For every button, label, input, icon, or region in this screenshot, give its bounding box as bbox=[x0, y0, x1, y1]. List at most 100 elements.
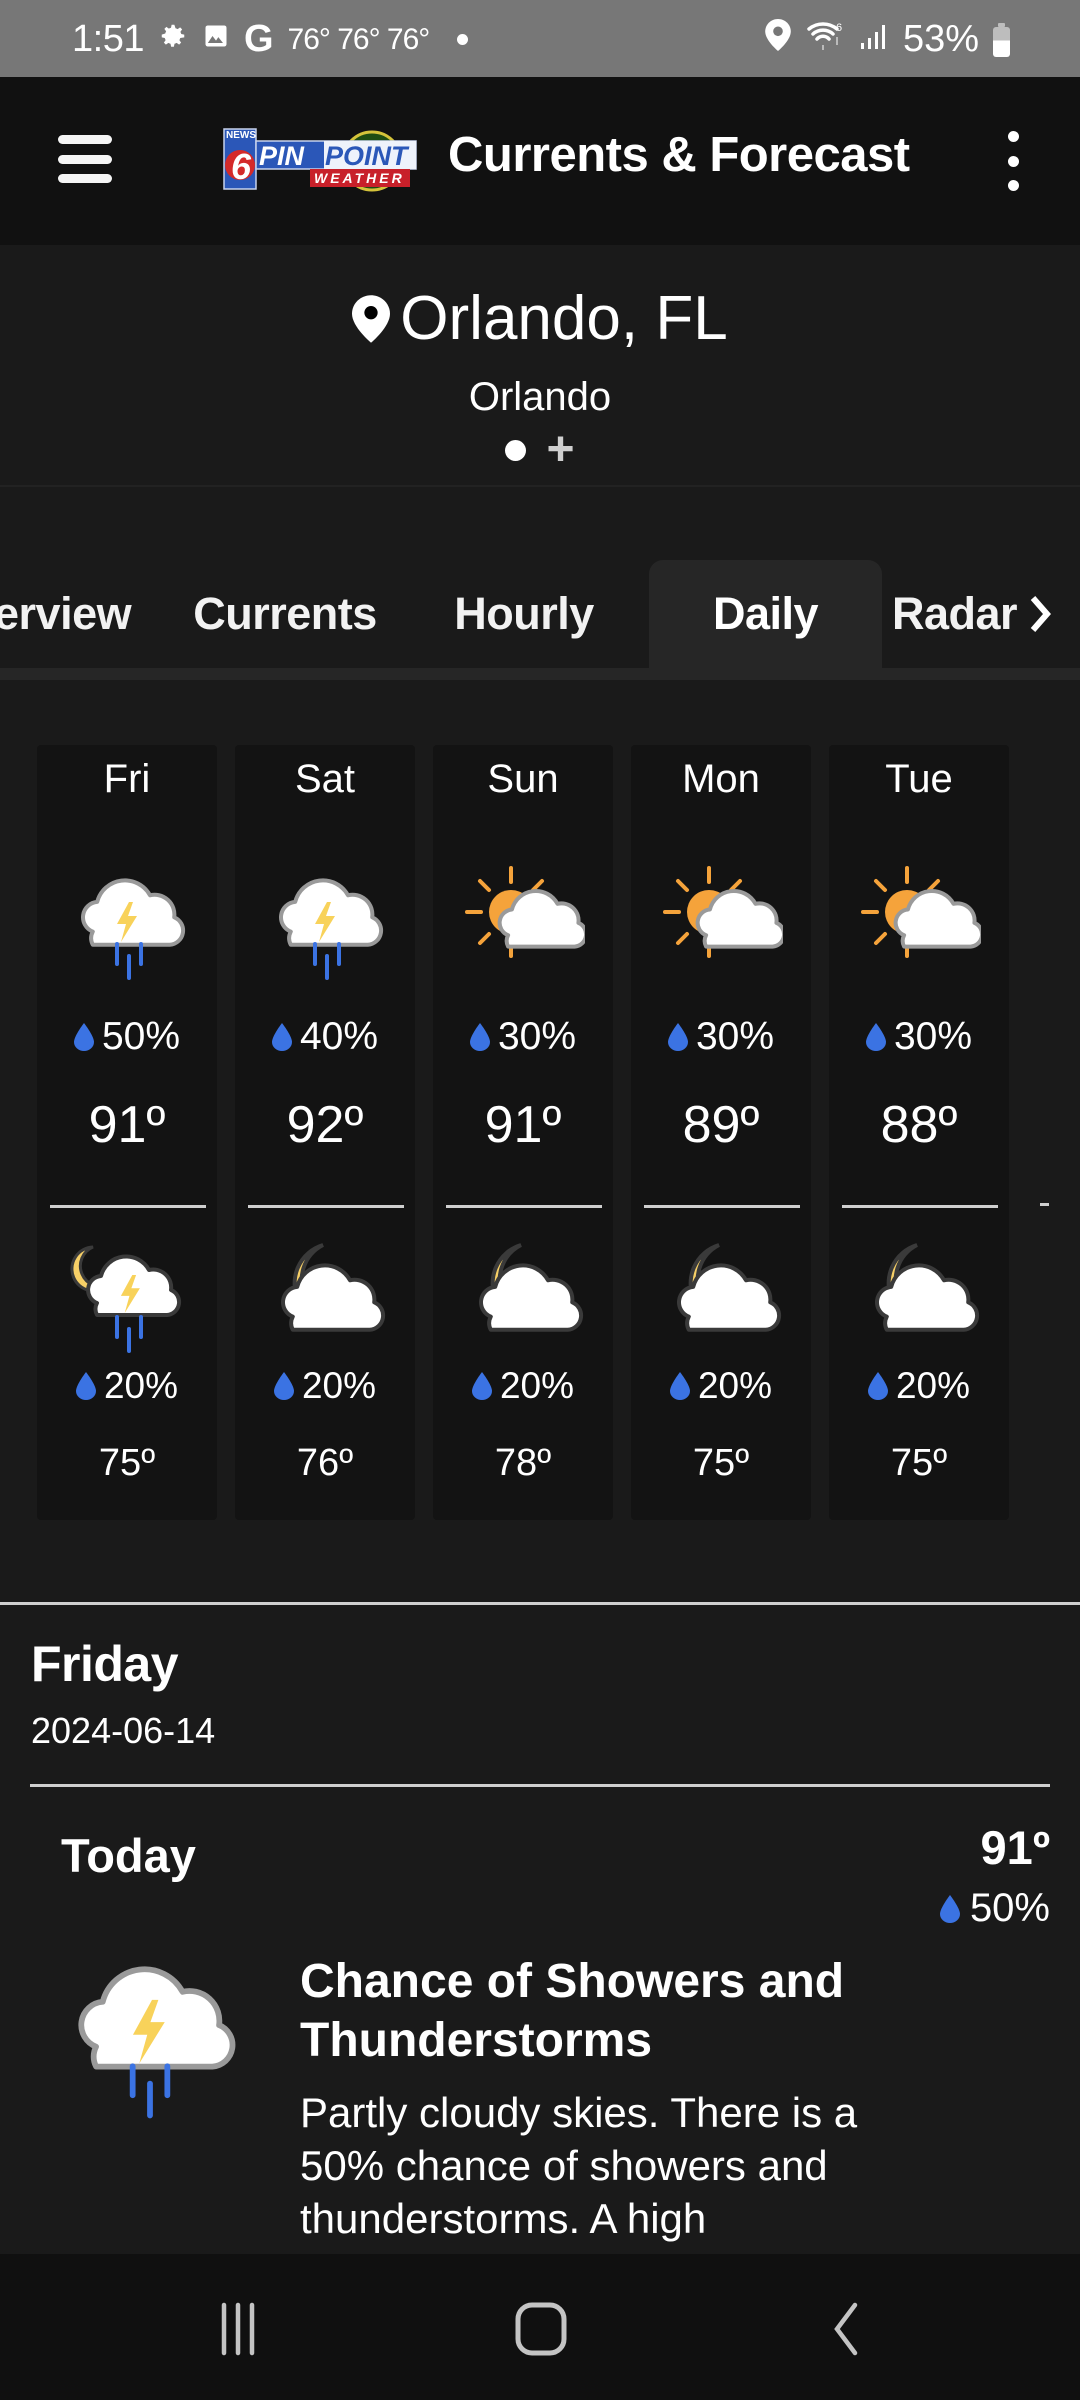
day-card[interactable]: Tue 30% 88º 20% 75º bbox=[829, 745, 1009, 1520]
system-nav-bar bbox=[0, 2254, 1080, 2400]
signal-icon bbox=[859, 18, 889, 61]
period-high-temp: 91º bbox=[980, 1821, 1050, 1874]
divider bbox=[644, 1205, 800, 1208]
tab-hourly[interactable]: Hourly bbox=[432, 560, 616, 668]
raindrop-icon bbox=[75, 1372, 96, 1400]
logo-news-text: NEWS bbox=[226, 130, 256, 141]
condition-title: Chance of Showers and Thunderstorms bbox=[300, 1955, 845, 2067]
location-name: Orlando, FL bbox=[400, 284, 728, 353]
day-precip-value: 40% bbox=[299, 1015, 379, 1058]
status-bar: 1:51 G 76° 76° 76° 6 53% bbox=[0, 0, 1080, 77]
raindrop-icon bbox=[865, 1023, 886, 1051]
partly-cloudy-night-icon bbox=[875, 1243, 980, 1332]
day-precip-value: 30% bbox=[497, 1015, 577, 1058]
svg-text:6: 6 bbox=[836, 22, 842, 34]
status-time: 1:51 bbox=[72, 18, 144, 60]
day-precip: 50% bbox=[37, 1015, 217, 1059]
detail-date: 2024-06-14 bbox=[31, 1710, 216, 1751]
day-precip: 40% bbox=[235, 1015, 415, 1059]
divider bbox=[30, 1784, 1050, 1787]
day-card[interactable]: Sat 40% 92º 20% 76º bbox=[235, 745, 415, 1520]
night-precip-value: 20% bbox=[301, 1365, 377, 1406]
hamburger-icon-bar bbox=[58, 154, 112, 164]
battery-percent: 53% bbox=[902, 18, 979, 60]
condition-description: Partly cloudy skies. There is a 50% chan… bbox=[300, 2089, 858, 2242]
logo-weather-text: WEATHER bbox=[314, 170, 405, 186]
location-icon bbox=[765, 18, 791, 61]
tab-daily[interactable]: Daily bbox=[649, 560, 882, 668]
day-precip-value: 30% bbox=[695, 1015, 775, 1058]
divider bbox=[842, 1205, 998, 1208]
night-precip: 20% bbox=[433, 1365, 613, 1407]
partly-sunny-icon bbox=[663, 866, 783, 958]
low-temp: 75º bbox=[890, 1442, 948, 1484]
add-location-button[interactable]: + bbox=[546, 426, 574, 474]
raindrop-icon bbox=[469, 1023, 490, 1051]
high-temp: 92º bbox=[286, 1096, 364, 1154]
detail-day-name: Friday bbox=[31, 1636, 179, 1692]
pinpoint-weather-logo: NEWS 6 PIN POINT WEATHER bbox=[223, 128, 417, 192]
battery-icon bbox=[993, 22, 1010, 57]
day-precip-value: 50% bbox=[101, 1015, 181, 1058]
tab-overview[interactable]: erview bbox=[0, 560, 144, 668]
notification-temps: 76° 76° 76° bbox=[287, 22, 431, 56]
back-icon bbox=[834, 2302, 858, 2356]
tab-radar[interactable]: Radar bbox=[892, 560, 1072, 668]
next-card-edge bbox=[1040, 1203, 1049, 1206]
high-temp: 91º bbox=[88, 1096, 166, 1154]
raindrop-icon bbox=[73, 1023, 94, 1051]
recent-apps-icon bbox=[221, 2302, 255, 2356]
raindrop-icon bbox=[271, 1023, 292, 1051]
raindrop-icon bbox=[939, 1894, 960, 1923]
day-name: Mon bbox=[682, 757, 760, 801]
home-icon bbox=[515, 2302, 567, 2356]
more-notifications-dot bbox=[457, 34, 469, 45]
night-precip: 20% bbox=[829, 1365, 1009, 1407]
day-precip: 30% bbox=[631, 1015, 811, 1059]
kebab-icon-dot bbox=[1007, 180, 1019, 191]
high-temp: 89º bbox=[682, 1096, 760, 1154]
raindrop-icon bbox=[667, 1023, 688, 1051]
kebab-icon-dot bbox=[1007, 155, 1019, 167]
partly-cloudy-night-icon bbox=[281, 1243, 386, 1332]
tab-label: Radar bbox=[892, 588, 1018, 639]
hamburger-icon-bar bbox=[58, 135, 112, 144]
day-precip-value: 30% bbox=[893, 1015, 973, 1058]
low-temp: 75º bbox=[692, 1442, 750, 1484]
logo-six-text: 6 bbox=[231, 146, 252, 187]
chevron-right-icon bbox=[1030, 596, 1052, 632]
day-card[interactable]: Fri 50% 91º 20% 75º bbox=[37, 745, 217, 1520]
recent-apps-button[interactable] bbox=[194, 2294, 284, 2364]
more-options-button[interactable] bbox=[998, 131, 1028, 191]
pager-dot-active[interactable] bbox=[505, 439, 527, 461]
tab-label: Hourly bbox=[454, 588, 594, 639]
day-name: Fri bbox=[103, 757, 151, 801]
location-header: Orlando, FL Orlando + bbox=[0, 245, 1080, 487]
day-name: Tue bbox=[885, 757, 953, 801]
logo-point-text: POINT bbox=[325, 141, 410, 171]
home-button[interactable] bbox=[496, 2294, 586, 2364]
tab-currents[interactable]: Currents bbox=[180, 560, 390, 668]
tab-label: Daily bbox=[712, 588, 819, 639]
day-card[interactable]: Sun 30% 91º 20% 78º bbox=[433, 745, 613, 1520]
night-precip: 20% bbox=[235, 1365, 415, 1407]
high-temp: 91º bbox=[484, 1096, 562, 1154]
raindrop-icon bbox=[471, 1372, 492, 1400]
location-subtitle: Orlando bbox=[468, 375, 612, 419]
daily-forecast-strip[interactable]: Fri 50% 91º 20% 75º Sat 40% 92º 20% 76º … bbox=[0, 680, 1080, 1600]
thunderstorm-icon bbox=[78, 1966, 236, 2119]
night-precip-value: 20% bbox=[697, 1365, 773, 1406]
night-precip-value: 20% bbox=[499, 1365, 575, 1406]
menu-button[interactable] bbox=[55, 129, 115, 189]
section-tabs: erview Currents Hourly Daily Radar bbox=[0, 560, 1080, 668]
back-button[interactable] bbox=[800, 2294, 890, 2364]
day-precip: 30% bbox=[829, 1015, 1009, 1059]
night-thunderstorm-icon bbox=[70, 1245, 182, 1353]
location-selector[interactable]: Orlando, FL bbox=[0, 283, 1080, 354]
app-bar: NEWS 6 PIN POINT WEATHER Currents & Fore… bbox=[0, 77, 1080, 245]
tab-label: erview bbox=[0, 588, 132, 639]
low-temp: 75º bbox=[98, 1442, 156, 1484]
partly-sunny-icon bbox=[465, 866, 585, 958]
hamburger-icon-bar bbox=[58, 174, 112, 183]
day-card[interactable]: Mon 30% 89º 20% 75º bbox=[631, 745, 811, 1520]
